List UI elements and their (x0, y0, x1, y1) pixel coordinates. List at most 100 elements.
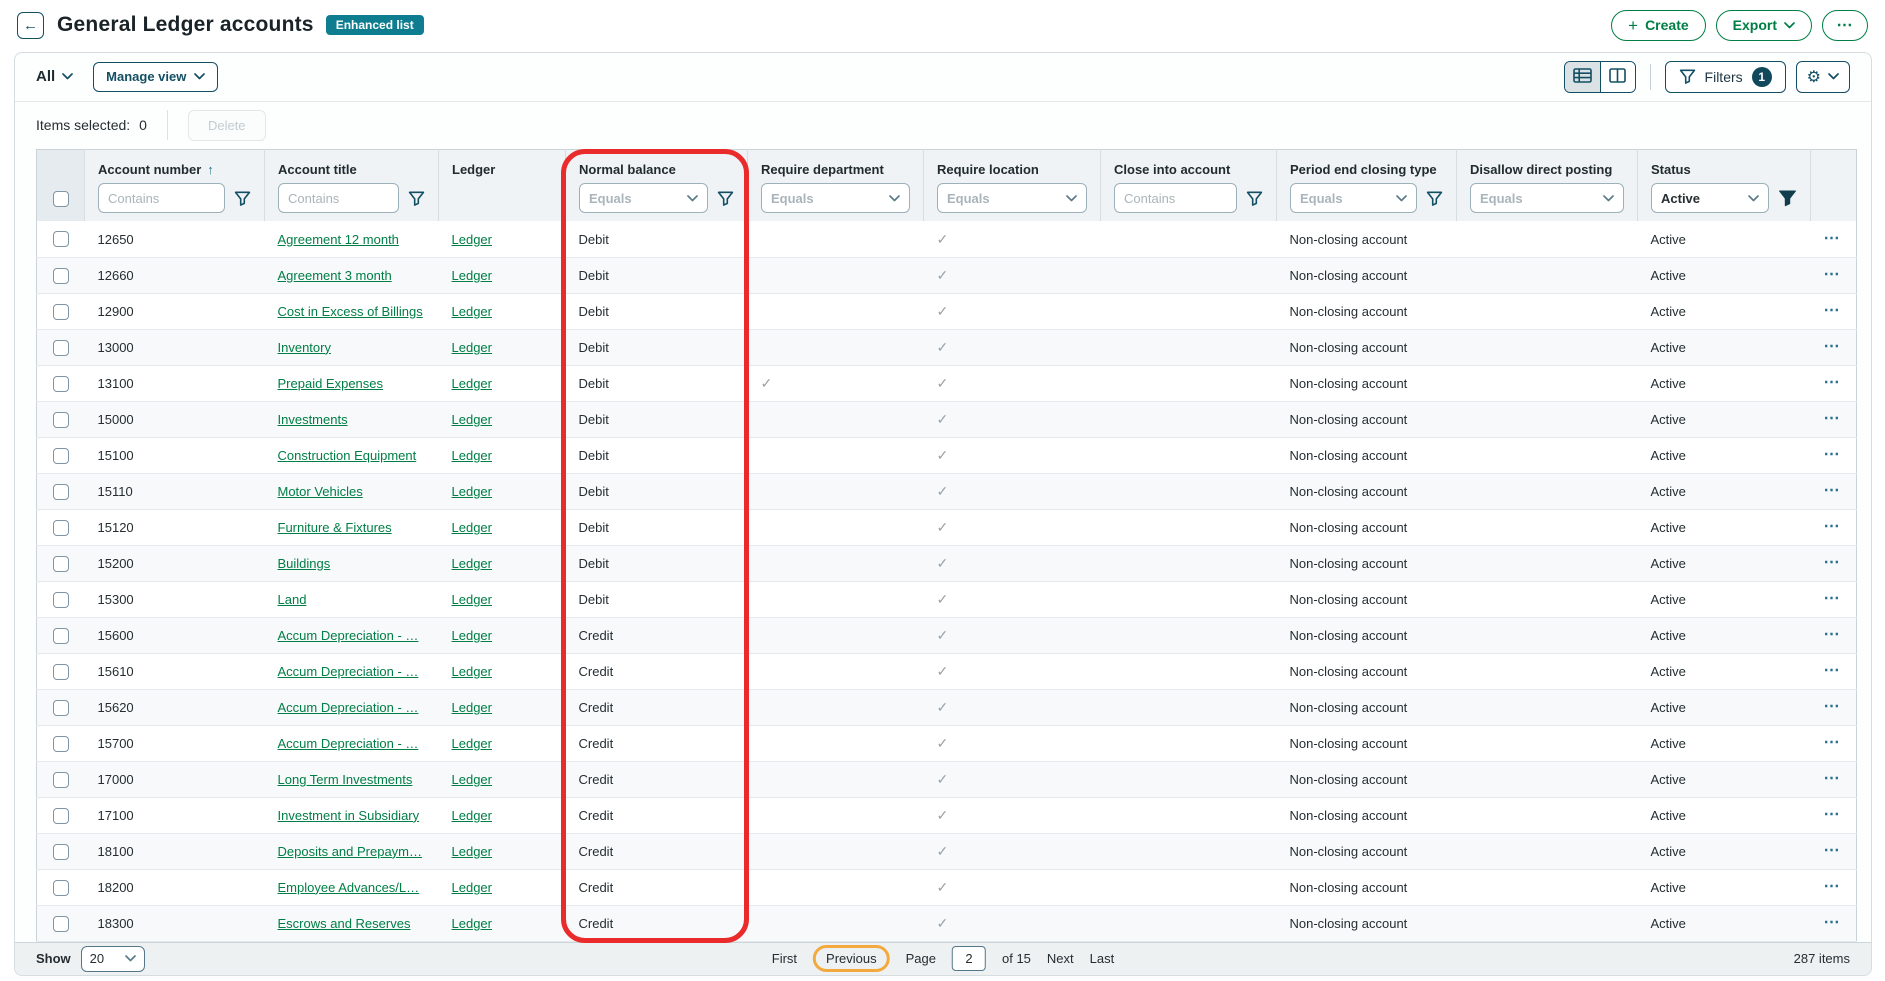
row-actions-button[interactable]: ⋯ (1824, 339, 1841, 355)
row-checkbox[interactable] (53, 448, 69, 464)
first-page-button[interactable]: First (772, 951, 797, 966)
row-actions-button[interactable]: ⋯ (1824, 519, 1841, 535)
filter-funnel-icon[interactable] (717, 190, 734, 207)
row-actions-button[interactable]: ⋯ (1824, 843, 1841, 859)
settings-button[interactable]: ⚙ (1796, 61, 1850, 93)
row-checkbox[interactable] (53, 484, 69, 500)
row-checkbox[interactable] (53, 520, 69, 536)
filters-button[interactable]: Filters 1 (1665, 61, 1786, 93)
ledger-link[interactable]: Ledger (452, 808, 492, 823)
row-actions-button[interactable]: ⋯ (1824, 303, 1841, 319)
row-actions-button[interactable]: ⋯ (1824, 591, 1841, 607)
column-header-account-title[interactable]: Account title (265, 149, 439, 181)
row-actions-button[interactable]: ⋯ (1824, 231, 1841, 247)
next-page-button[interactable]: Next (1047, 951, 1074, 966)
row-checkbox[interactable] (53, 412, 69, 428)
account-title-link[interactable]: Agreement 12 month (278, 232, 399, 247)
account-title-link[interactable]: Buildings (278, 556, 331, 571)
ledger-link[interactable]: Ledger (452, 412, 492, 427)
row-actions-button[interactable]: ⋯ (1824, 267, 1841, 283)
page-number-input[interactable] (952, 946, 986, 971)
back-button[interactable]: ← (17, 12, 44, 39)
ledger-link[interactable]: Ledger (452, 916, 492, 931)
ledger-link[interactable]: Ledger (452, 736, 492, 751)
row-actions-button[interactable]: ⋯ (1824, 663, 1841, 679)
account-title-link[interactable]: Employee Advances/L… (278, 880, 420, 895)
row-actions-button[interactable]: ⋯ (1824, 735, 1841, 751)
account-title-link[interactable]: Accum Depreciation - … (278, 700, 419, 715)
row-checkbox[interactable] (53, 772, 69, 788)
ledger-link[interactable]: Ledger (452, 844, 492, 859)
row-checkbox[interactable] (53, 808, 69, 824)
account-number-filter-input[interactable] (98, 183, 225, 213)
ledger-link[interactable]: Ledger (452, 484, 492, 499)
normal-balance-filter-select[interactable]: Equals (579, 183, 708, 213)
ledger-link[interactable]: Ledger (452, 556, 492, 571)
row-actions-button[interactable]: ⋯ (1824, 771, 1841, 787)
row-checkbox[interactable] (53, 376, 69, 392)
ledger-link[interactable]: Ledger (452, 880, 492, 895)
row-checkbox[interactable] (53, 844, 69, 860)
more-actions-button[interactable]: ⋯ (1822, 10, 1868, 41)
row-actions-button[interactable]: ⋯ (1824, 411, 1841, 427)
ledger-link[interactable]: Ledger (452, 376, 492, 391)
disallow-direct-posting-filter-select[interactable]: Equals (1470, 183, 1624, 213)
column-header-period-end-closing-type[interactable]: Period end closing type (1277, 149, 1457, 181)
view-selector-dropdown[interactable]: All (36, 68, 73, 85)
account-title-filter-input[interactable] (278, 183, 399, 213)
row-actions-button[interactable]: ⋯ (1824, 375, 1841, 391)
filter-funnel-active-icon[interactable] (1778, 189, 1797, 207)
row-actions-button[interactable]: ⋯ (1824, 807, 1841, 823)
previous-page-button[interactable]: Previous (826, 951, 877, 966)
account-title-link[interactable]: Inventory (278, 340, 331, 355)
account-title-link[interactable]: Motor Vehicles (278, 484, 363, 499)
row-checkbox[interactable] (53, 628, 69, 644)
account-title-link[interactable]: Long Term Investments (278, 772, 413, 787)
ledger-link[interactable]: Ledger (452, 340, 492, 355)
manage-view-button[interactable]: Manage view (93, 62, 218, 92)
column-header-require-location[interactable]: Require location (924, 149, 1101, 181)
account-title-link[interactable]: Construction Equipment (278, 448, 417, 463)
ledger-link[interactable]: Ledger (452, 268, 492, 283)
page-size-select[interactable]: 20 (81, 946, 145, 972)
ledger-link[interactable]: Ledger (452, 592, 492, 607)
filter-funnel-icon[interactable] (1426, 190, 1443, 207)
row-checkbox[interactable] (53, 916, 69, 932)
table-view-button[interactable] (1565, 62, 1600, 92)
row-actions-button[interactable]: ⋯ (1824, 879, 1841, 895)
row-checkbox[interactable] (53, 340, 69, 356)
row-checkbox[interactable] (53, 880, 69, 896)
filter-funnel-icon[interactable] (1246, 190, 1263, 207)
row-checkbox[interactable] (53, 736, 69, 752)
require-department-filter-select[interactable]: Equals (761, 183, 910, 213)
row-checkbox[interactable] (53, 664, 69, 680)
account-title-link[interactable]: Prepaid Expenses (278, 376, 384, 391)
last-page-button[interactable]: Last (1090, 951, 1115, 966)
ledger-link[interactable]: Ledger (452, 772, 492, 787)
account-title-link[interactable]: Cost in Excess of Billings (278, 304, 423, 319)
export-button[interactable]: Export (1716, 10, 1812, 41)
ledger-link[interactable]: Ledger (452, 628, 492, 643)
column-header-normal-balance[interactable]: Normal balance (566, 149, 748, 181)
create-button[interactable]: + Create (1611, 10, 1706, 41)
column-view-button[interactable] (1600, 62, 1635, 92)
row-actions-button[interactable]: ⋯ (1824, 699, 1841, 715)
account-title-link[interactable]: Land (278, 592, 307, 607)
ledger-link[interactable]: Ledger (452, 232, 492, 247)
status-filter-select[interactable]: Active (1651, 183, 1769, 213)
account-title-link[interactable]: Accum Depreciation - … (278, 628, 419, 643)
row-actions-button[interactable]: ⋯ (1824, 555, 1841, 571)
filter-funnel-icon[interactable] (234, 190, 251, 207)
row-checkbox[interactable] (53, 700, 69, 716)
account-title-link[interactable]: Investments (278, 412, 348, 427)
row-checkbox[interactable] (53, 231, 69, 247)
row-checkbox[interactable] (53, 268, 69, 284)
row-checkbox[interactable] (53, 592, 69, 608)
column-header-status[interactable]: Status (1638, 149, 1811, 181)
row-actions-button[interactable]: ⋯ (1824, 483, 1841, 499)
ledger-link[interactable]: Ledger (452, 664, 492, 679)
ledger-link[interactable]: Ledger (452, 520, 492, 535)
ledger-link[interactable]: Ledger (452, 700, 492, 715)
row-actions-button[interactable]: ⋯ (1824, 627, 1841, 643)
require-location-filter-select[interactable]: Equals (937, 183, 1087, 213)
